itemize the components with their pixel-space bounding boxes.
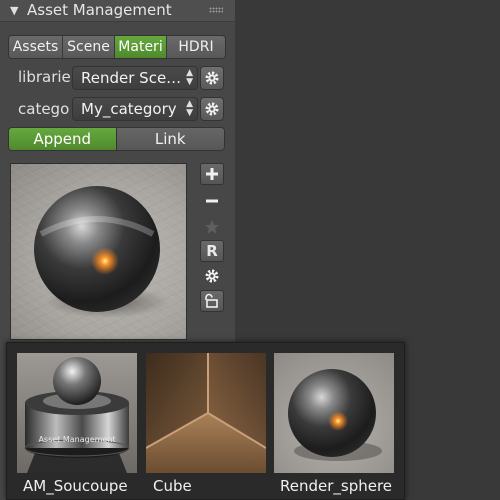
gear-icon — [205, 269, 219, 283]
add-asset-button[interactable] — [200, 163, 224, 185]
plus-icon — [206, 168, 218, 180]
category-settings-button[interactable] — [200, 97, 224, 121]
category-label: catego — [18, 100, 70, 118]
asset-thumbnail-popup: Asset Management AM_Soucoupe Cube Render… — [6, 342, 405, 500]
favorite-button[interactable] — [200, 216, 224, 238]
thumbnail-cube[interactable] — [146, 353, 266, 473]
library-label: librarie — [18, 68, 71, 86]
category-dropdown[interactable]: My_category ▲ ▼ — [72, 97, 198, 121]
collapse-triangle-icon[interactable]: ▼ — [10, 4, 18, 17]
thumbnail-render-sphere[interactable] — [274, 353, 394, 473]
unlock-icon — [205, 293, 218, 308]
render-sphere-preview — [34, 186, 169, 318]
category-tabs: Assets Scene Materi HDRI — [8, 35, 226, 59]
tab-assets[interactable]: Assets — [9, 36, 63, 58]
tab-materials[interactable]: Materi — [115, 36, 167, 58]
sphere-thumbnail — [274, 353, 394, 473]
append-button[interactable]: Append — [9, 128, 117, 150]
drag-grip-icon[interactable] — [209, 7, 223, 13]
library-dropdown[interactable]: Render Sce… ▲ ▼ — [72, 66, 198, 90]
thumbnail-am-soucoupe[interactable]: Asset Management — [17, 353, 137, 473]
thumbnail-label-render-sphere: Render_sphere — [280, 477, 393, 495]
remove-asset-button[interactable] — [200, 190, 224, 212]
star-icon — [205, 220, 219, 234]
saucer-thumbnail: Asset Management — [17, 353, 137, 473]
updown-arrows-icon: ▲ ▼ — [186, 68, 193, 87]
thumbnail-label-am-soucoupe: AM_Soucoupe — [23, 477, 128, 495]
gear-icon — [205, 102, 219, 116]
tab-hdri[interactable]: HDRI — [167, 36, 225, 58]
category-value: My_category — [81, 100, 177, 118]
material-preview[interactable] — [10, 163, 187, 340]
minus-icon — [206, 199, 218, 203]
link-button[interactable]: Link — [116, 128, 224, 150]
render-button[interactable]: R — [200, 240, 224, 262]
library-value: Render Sce… — [81, 69, 182, 87]
panel-header[interactable]: ▼ Asset Management — [0, 0, 235, 22]
engraving-text: Asset Management — [38, 435, 115, 444]
cube-thumbnail — [146, 353, 266, 473]
import-mode-toggle: Append Link — [8, 127, 225, 151]
library-settings-button[interactable] — [200, 66, 224, 90]
lock-toggle-button[interactable] — [200, 290, 224, 312]
tab-scene[interactable]: Scene — [63, 36, 115, 58]
updown-arrows-icon: ▲ ▼ — [186, 99, 193, 118]
settings-button[interactable] — [200, 265, 224, 287]
thumbnail-label-cube: Cube — [153, 477, 192, 495]
gear-icon — [205, 71, 219, 85]
panel-title: Asset Management — [27, 1, 172, 19]
